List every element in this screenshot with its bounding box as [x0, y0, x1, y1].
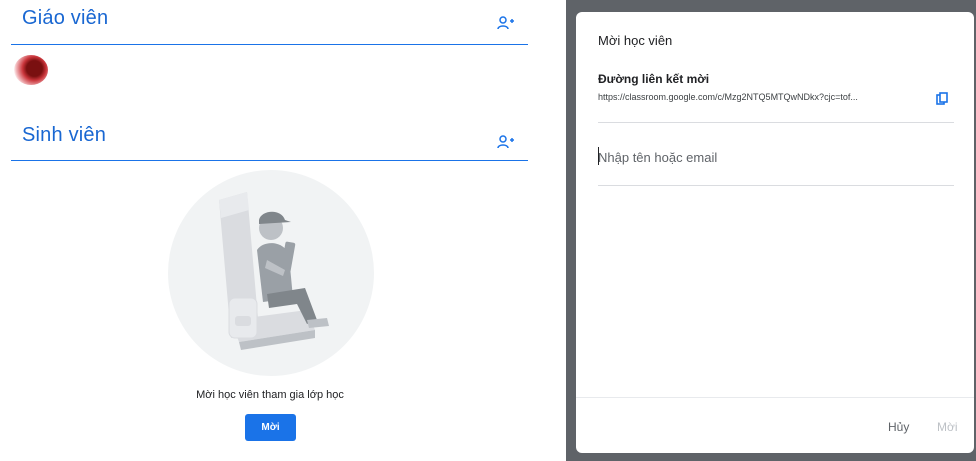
empty-students-illustration [168, 170, 374, 376]
dialog-title: Mời học viên [598, 33, 673, 48]
copy-icon[interactable] [936, 92, 949, 105]
invite-students-button[interactable]: Mời [245, 414, 296, 441]
invite-students-dialog: Mời học viên Đường liên kết mời https://… [576, 12, 974, 453]
text-cursor [598, 147, 599, 165]
invite-button[interactable]: Mời [937, 420, 958, 434]
students-heading: Sinh viên [22, 124, 107, 146]
add-student-icon[interactable] [497, 134, 515, 150]
teachers-heading: Giáo viên [22, 7, 109, 29]
teachers-divider [11, 44, 528, 45]
footer-divider [576, 397, 974, 398]
invite-link-url[interactable]: https://classroom.google.com/c/Mzg2NTQ5M… [598, 92, 928, 102]
roster-panel: Giáo viên Sinh viên Mời học viên tham gi… [0, 0, 540, 461]
cancel-button[interactable]: Hủy [888, 420, 909, 434]
students-divider [11, 160, 528, 161]
empty-state-message: Mời học viên tham gia lớp học [196, 389, 344, 401]
teacher-avatar[interactable] [14, 55, 48, 85]
invite-link-label: Đường liên kết mời [598, 72, 710, 86]
add-teacher-icon[interactable] [497, 15, 515, 31]
input-underline [598, 185, 954, 186]
name-or-email-input[interactable] [598, 146, 938, 168]
link-divider [598, 122, 954, 123]
